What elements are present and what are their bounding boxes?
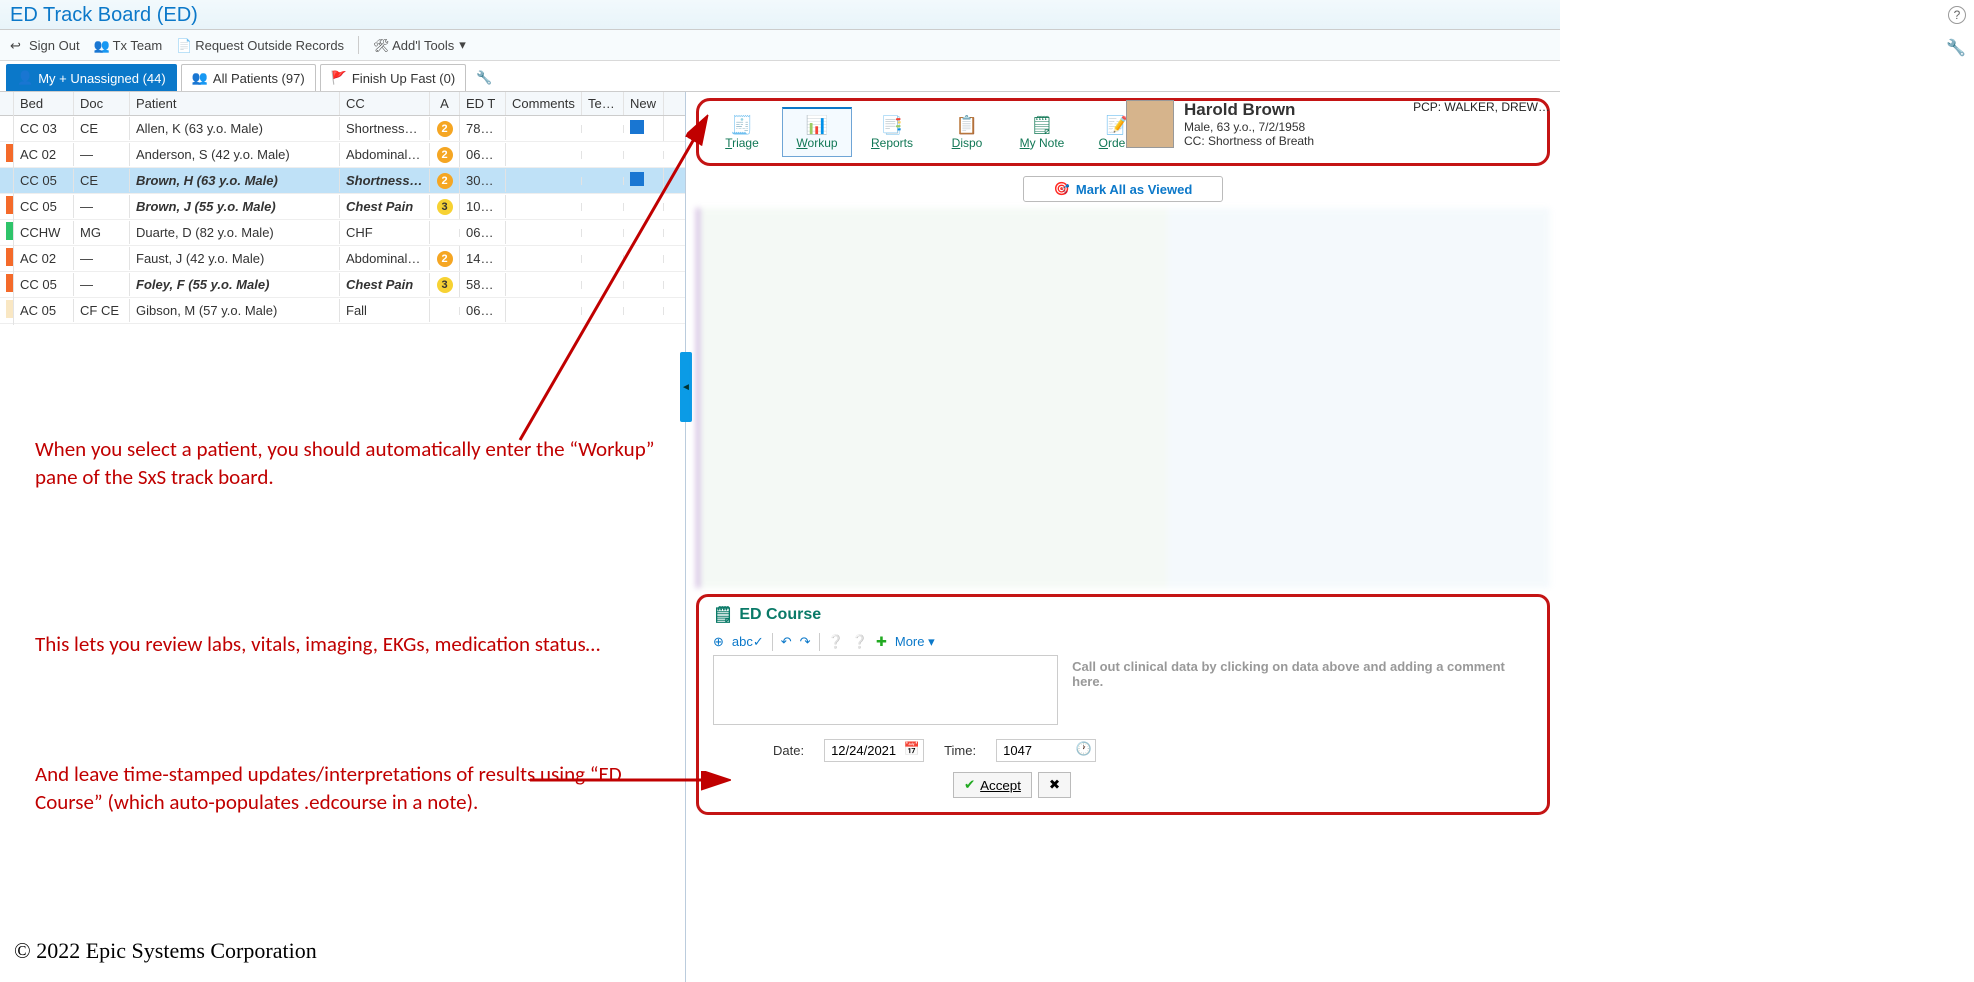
col-a[interactable]: A	[430, 92, 460, 115]
workup-icon: 📊	[806, 115, 828, 136]
flag-icon: 🚩	[331, 70, 347, 86]
sign-out-icon: ↩	[10, 38, 24, 52]
wrench-icon[interactable]: 🔧	[470, 66, 498, 90]
sign-out-button[interactable]: ↩Sign Out	[10, 38, 80, 53]
tx-team-button[interactable]: 👥Tx Team	[94, 38, 163, 53]
arrow-2	[525, 750, 735, 800]
request-icon: 📄	[176, 38, 190, 52]
col-bed[interactable]: Bed	[14, 92, 74, 115]
ed-course-title: 🗒ED Course	[713, 605, 1533, 625]
patient-header: Harold Brown Male, 63 y.o., 7/2/1958 CC:…	[1126, 100, 1314, 148]
ed-course-panel: 🗒ED Course ⊕ abc✓ ↶ ↷ ❔ ❔ ✚ More ▾ Call …	[696, 594, 1550, 815]
filter-tabs: 👤My + Unassigned (44) 👥All Patients (97)…	[0, 61, 1560, 92]
wrench-icon[interactable]: 🔧	[1946, 38, 1966, 58]
cancel-button[interactable]: ✖	[1038, 772, 1071, 798]
tab-finish-fast[interactable]: 🚩Finish Up Fast (0)	[320, 64, 467, 91]
person-icon: 👤	[17, 70, 33, 86]
page-title: ED Track Board (ED)	[10, 4, 1550, 27]
zoom-in-icon[interactable]: ⊕	[713, 634, 724, 650]
ed-course-toolbar: ⊕ abc✓ ↶ ↷ ❔ ❔ ✚ More ▾	[713, 633, 1533, 651]
clock-icon[interactable]: 🕐	[1076, 741, 1092, 757]
ed-course-textarea[interactable]	[713, 655, 1058, 725]
arrow-1	[510, 110, 720, 450]
more-button[interactable]: More ▾	[895, 634, 935, 650]
date-label: Date:	[773, 743, 804, 758]
help-icon[interactable]: ?	[1948, 6, 1966, 24]
patient-name: Harold Brown	[1184, 100, 1314, 120]
tab-all-patients[interactable]: 👥All Patients (97)	[181, 64, 316, 91]
target-icon: 🎯	[1054, 181, 1070, 197]
col-cc[interactable]: CC	[340, 92, 430, 115]
tools-icon: 🛠	[373, 38, 387, 52]
my note-icon: 🗒	[1031, 115, 1054, 136]
annotation-2: This lets you review labs, vitals, imagi…	[35, 630, 675, 658]
tab-my-note[interactable]: 🗒My Note	[1007, 107, 1077, 157]
tab-workup[interactable]: 📊Workup	[782, 107, 852, 157]
col-edt[interactable]: ED T	[460, 92, 506, 115]
workup-content-blurred	[696, 208, 1550, 588]
note-icon: 🗒	[713, 605, 733, 625]
redo-icon[interactable]: ↷	[800, 634, 811, 650]
triage-icon: 🧾	[731, 115, 753, 136]
time-label: Time:	[944, 743, 976, 758]
check-icon: ✔	[964, 777, 975, 793]
close-icon: ✖	[1049, 777, 1060, 793]
dispo-icon: 📋	[956, 115, 978, 136]
reports-icon: 📑	[881, 115, 903, 136]
tab-reports[interactable]: 📑Reports	[857, 107, 927, 157]
team-icon: 👥	[94, 38, 108, 52]
people-icon: 👥	[192, 70, 208, 86]
undo-icon[interactable]: ↶	[781, 634, 792, 650]
plus-icon[interactable]: ✚	[876, 634, 887, 650]
mark-all-viewed-button[interactable]: 🎯 Mark All as Viewed	[1023, 176, 1223, 202]
pcp-label: PCP: WALKER, DREW…	[1413, 100, 1550, 114]
avatar	[1126, 100, 1174, 148]
tab-my-unassigned[interactable]: 👤My + Unassigned (44)	[6, 64, 177, 91]
col-patient[interactable]: Patient	[130, 92, 340, 115]
toolbar: ↩Sign Out 👥Tx Team 📄Request Outside Reco…	[0, 30, 1560, 61]
orders-icon: 📝	[1106, 115, 1128, 136]
help1-icon[interactable]: ❔	[828, 634, 844, 650]
copyright: © 2022 Epic Systems Corporation	[14, 938, 317, 964]
col-doc[interactable]: Doc	[74, 92, 130, 115]
help2-icon[interactable]: ❔	[852, 634, 868, 650]
spellcheck-icon[interactable]: abc✓	[732, 634, 764, 650]
request-outside-button[interactable]: 📄Request Outside Records	[176, 38, 344, 53]
patient-demographics: Male, 63 y.o., 7/2/1958	[1184, 120, 1314, 134]
accept-button[interactable]: ✔Accept	[953, 772, 1032, 798]
addl-tools-button[interactable]: 🛠Add'l Tools ▾	[373, 37, 466, 53]
calendar-icon[interactable]: 📅	[904, 741, 920, 757]
ed-course-hint: Call out clinical data by clicking on da…	[1072, 655, 1533, 725]
tab-dispo[interactable]: 📋Dispo	[932, 107, 1002, 157]
patient-cc: CC: Shortness of Breath	[1184, 134, 1314, 148]
